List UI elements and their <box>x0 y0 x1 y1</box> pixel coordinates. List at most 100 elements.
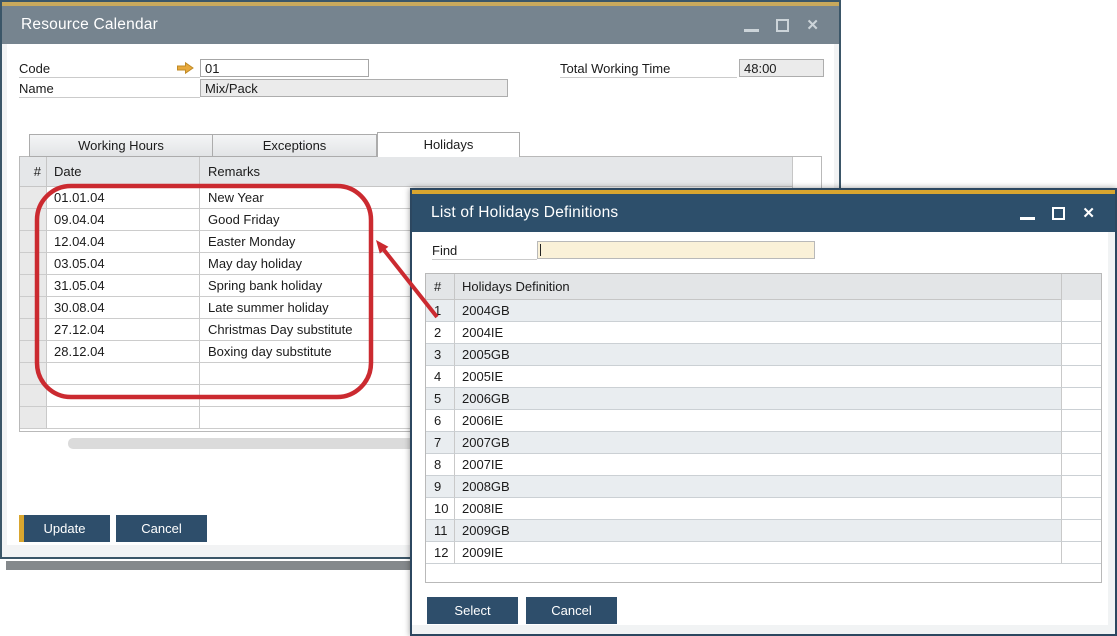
table-row[interactable]: 6 2006IE <box>426 410 1101 432</box>
select-button[interactable]: Select <box>427 597 518 624</box>
code-field[interactable] <box>200 59 369 77</box>
row-number-cell <box>20 231 47 253</box>
maximize-icon[interactable] <box>1052 207 1065 220</box>
date-cell[interactable]: 27.12.04 <box>47 319 200 341</box>
table-row[interactable]: 4 2005IE <box>426 366 1101 388</box>
table-row[interactable]: 11 2009GB <box>426 520 1101 542</box>
date-cell[interactable] <box>47 385 200 407</box>
row-number-cell: 5 <box>426 388 455 410</box>
row-number-cell <box>20 275 47 297</box>
table-row[interactable]: 12 2009IE <box>426 542 1101 564</box>
link-arrow-icon[interactable] <box>176 61 195 75</box>
close-icon[interactable]: ✕ <box>1082 207 1095 220</box>
date-cell[interactable]: 03.05.04 <box>47 253 200 275</box>
code-label: Code <box>19 60 200 78</box>
definition-cell[interactable]: 2004GB <box>455 300 1062 322</box>
holidays-definitions-titlebar[interactable]: List of Holidays Definitions ✕ <box>412 194 1115 232</box>
maximize-icon[interactable] <box>776 19 789 32</box>
holidays-definitions-window: List of Holidays Definitions ✕ Find # Ho… <box>410 188 1117 636</box>
column-header-date[interactable]: Date <box>47 157 200 187</box>
definition-cell[interactable]: 2006IE <box>455 410 1062 432</box>
definition-cell[interactable]: 2007IE <box>455 454 1062 476</box>
row-number-cell: 2 <box>426 322 455 344</box>
definition-cell[interactable]: 2007GB <box>455 432 1062 454</box>
minimize-icon[interactable] <box>1020 217 1035 220</box>
frame-strip <box>1108 232 1115 634</box>
cancel-button[interactable]: Cancel <box>526 597 617 624</box>
definition-cell[interactable]: 2008IE <box>455 498 1062 520</box>
date-cell[interactable]: 12.04.04 <box>47 231 200 253</box>
grid-header-row: # Date Remarks <box>20 157 821 187</box>
window-title: Resource Calendar <box>2 16 158 34</box>
row-number-cell <box>20 187 47 209</box>
date-cell[interactable] <box>47 363 200 385</box>
tab-holidays[interactable]: Holidays <box>377 132 520 157</box>
total-working-time-field[interactable] <box>739 59 824 77</box>
row-number-cell: 6 <box>426 410 455 432</box>
table-row[interactable]: 2 2004IE <box>426 322 1101 344</box>
row-number-cell: 1 <box>426 300 455 322</box>
row-number-cell <box>20 385 47 407</box>
table-row[interactable]: 1 2004GB <box>426 300 1101 322</box>
row-number-cell: 8 <box>426 454 455 476</box>
column-header-definition[interactable]: Holidays Definition <box>455 274 1062 300</box>
table-row[interactable]: 8 2007IE <box>426 454 1101 476</box>
desktop: Resource Calendar ✕ Code Name Total Work… <box>0 0 1117 636</box>
tab-working-hours[interactable]: Working Hours <box>29 134 213 157</box>
row-number-cell <box>20 297 47 319</box>
column-header-filler <box>793 157 821 187</box>
column-header-number[interactable]: # <box>20 157 47 187</box>
date-cell[interactable]: 09.04.04 <box>47 209 200 231</box>
row-number-cell <box>20 209 47 231</box>
row-number-cell <box>20 341 47 363</box>
close-icon[interactable]: ✕ <box>806 19 819 32</box>
row-number-cell: 7 <box>426 432 455 454</box>
total-working-time-label: Total Working Time <box>560 60 737 78</box>
row-number-cell: 4 <box>426 366 455 388</box>
definition-cell[interactable]: 2009GB <box>455 520 1062 542</box>
find-label: Find <box>432 242 537 260</box>
definition-cell[interactable]: 2005IE <box>455 366 1062 388</box>
resource-calendar-titlebar[interactable]: Resource Calendar ✕ <box>2 6 839 44</box>
name-field[interactable] <box>200 79 508 97</box>
date-cell[interactable]: 31.05.04 <box>47 275 200 297</box>
minimize-icon[interactable] <box>744 29 759 32</box>
table-row[interactable]: 9 2008GB <box>426 476 1101 498</box>
cancel-button[interactable]: Cancel <box>116 515 207 542</box>
date-cell[interactable] <box>47 407 200 429</box>
table-row[interactable]: 10 2008IE <box>426 498 1101 520</box>
grid-header-row: # Holidays Definition <box>426 274 1101 300</box>
column-header-number[interactable]: # <box>426 274 455 300</box>
date-cell[interactable]: 28.12.04 <box>47 341 200 363</box>
definition-cell[interactable]: 2004IE <box>455 322 1062 344</box>
name-label: Name <box>19 80 200 98</box>
row-number-cell: 12 <box>426 542 455 564</box>
row-number-cell <box>20 407 47 429</box>
table-row[interactable]: 3 2005GB <box>426 344 1101 366</box>
column-header-remarks[interactable]: Remarks <box>200 157 793 187</box>
row-number-cell: 10 <box>426 498 455 520</box>
definition-cell[interactable]: 2005GB <box>455 344 1062 366</box>
definition-cell[interactable]: 2008GB <box>455 476 1062 498</box>
date-cell[interactable]: 30.08.04 <box>47 297 200 319</box>
definition-cell[interactable]: 2009IE <box>455 542 1062 564</box>
table-row[interactable]: 7 2007GB <box>426 432 1101 454</box>
row-number-cell <box>20 319 47 341</box>
window-title: List of Holidays Definitions <box>412 204 618 222</box>
table-row[interactable]: 5 2006GB <box>426 388 1101 410</box>
grid-body: 1 2004GB 2 2004IE 3 2005GB <box>426 300 1101 564</box>
tab-exceptions[interactable]: Exceptions <box>213 134 377 157</box>
update-button[interactable]: Update <box>19 515 110 542</box>
row-number-cell: 9 <box>426 476 455 498</box>
frame-strip <box>2 44 7 557</box>
frame-strip <box>412 625 1115 634</box>
row-number-cell: 11 <box>426 520 455 542</box>
row-number-cell <box>20 363 47 385</box>
row-number-cell <box>20 253 47 275</box>
row-number-cell: 3 <box>426 344 455 366</box>
holidays-definitions-grid: # Holidays Definition 1 2004GB 2 2004IE <box>425 273 1102 583</box>
date-cell[interactable]: 01.01.04 <box>47 187 200 209</box>
definition-cell[interactable]: 2006GB <box>455 388 1062 410</box>
text-caret <box>540 244 541 256</box>
find-input[interactable] <box>537 241 815 259</box>
